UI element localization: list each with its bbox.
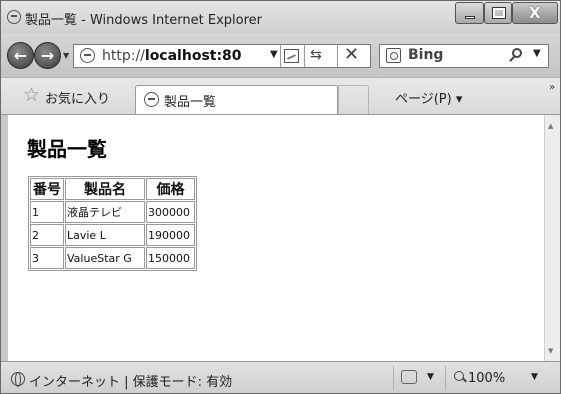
tab-product-list[interactable]: 製品一覧: [135, 85, 338, 114]
bing-logo-icon: [386, 48, 401, 63]
close-button[interactable]: X: [512, 2, 558, 24]
cell-name: ValueStar G: [65, 247, 145, 269]
address-toolbar: ← → ▼ http://localhost:80 ▼ ⇆ ✕ Bing ▼: [1, 33, 560, 77]
favorites-bar: ☆ お気に入り 製品一覧 ページ(P) ▾ »: [1, 77, 560, 115]
forward-arrow-icon: →: [40, 46, 55, 65]
divider: [337, 45, 338, 67]
cell-number: 2: [30, 224, 64, 246]
compatibility-view-icon[interactable]: [284, 49, 299, 63]
search-options-dropdown-icon[interactable]: ▼: [533, 48, 541, 59]
column-header-price: 価格: [146, 178, 195, 200]
ie-logo-icon: [7, 10, 21, 24]
favorites-button[interactable]: お気に入り: [45, 88, 110, 107]
page-title: 製品一覧: [27, 137, 107, 161]
divider: [304, 45, 305, 67]
product-table: 番号 製品名 価格 1 液晶テレビ 300000 2 Lavie L 19000…: [28, 176, 197, 271]
url-text[interactable]: http://localhost:80: [102, 48, 242, 64]
url-prefix: http://: [102, 48, 145, 64]
status-bar: インターネット | 保護モード: 有効 ▼ 100% ▼: [1, 361, 560, 393]
table-row: 3 ValueStar G 150000: [30, 247, 195, 269]
page-content: 製品一覧 番号 製品名 価格 1 液晶テレビ 300000 2 Lavie L: [8, 115, 544, 361]
maximize-icon: [492, 7, 506, 19]
title-bar: 製品一覧 - Windows Internet Explorer X: [1, 1, 560, 33]
security-zone-status: インターネット | 保護モード: 有効: [29, 375, 233, 390]
cell-price: 150000: [146, 247, 195, 269]
protected-mode-icon[interactable]: [401, 370, 417, 384]
search-box[interactable]: Bing ▼: [379, 44, 549, 68]
minimize-button[interactable]: [455, 2, 484, 24]
window-title: 製品一覧 - Windows Internet Explorer: [25, 13, 262, 28]
divider: [393, 366, 394, 390]
minimize-icon: [465, 16, 475, 19]
recent-pages-dropdown-icon[interactable]: ▼: [63, 51, 69, 60]
zoom-level[interactable]: 100%: [468, 371, 505, 386]
address-dropdown-icon[interactable]: ▼: [270, 49, 278, 60]
back-arrow-icon: ←: [13, 46, 28, 65]
cell-price: 190000: [146, 224, 195, 246]
cell-name: Lavie L: [65, 224, 145, 246]
tab-favicon-icon: [144, 92, 159, 107]
zoom-icon[interactable]: [454, 371, 464, 381]
page-menu-button[interactable]: ページ(P) ▾: [395, 88, 462, 107]
scroll-down-arrow-icon[interactable]: ▼: [548, 347, 553, 355]
internet-globe-icon: [11, 372, 25, 387]
vertical-scrollbar[interactable]: ▲ ▼: [544, 115, 560, 361]
page-menu-label: ページ(P): [395, 92, 452, 107]
table-row: 1 液晶テレビ 300000: [30, 201, 195, 223]
table-row: 2 Lavie L 190000: [30, 224, 195, 246]
maximize-button[interactable]: [484, 2, 512, 24]
favorites-star-icon[interactable]: ☆: [23, 84, 40, 106]
url-host: localhost:80: [144, 48, 242, 64]
cell-price: 300000: [146, 201, 195, 223]
new-tab-button[interactable]: [338, 85, 369, 114]
table-header-row: 番号 製品名 価格: [30, 178, 195, 200]
divider: [445, 366, 446, 390]
column-header-number: 番号: [30, 178, 64, 200]
scroll-up-arrow-icon[interactable]: ▲: [548, 122, 553, 130]
zoom-dropdown-icon[interactable]: ▼: [531, 372, 538, 382]
browser-window: 製品一覧 - Windows Internet Explorer X ← → ▼…: [0, 0, 561, 394]
address-bar[interactable]: http://localhost:80 ▼ ⇆ ✕: [73, 44, 371, 68]
refresh-icon[interactable]: ⇆: [310, 47, 322, 63]
cell-number: 1: [30, 201, 64, 223]
search-provider-label: Bing: [408, 47, 444, 63]
cell-number: 3: [30, 247, 64, 269]
search-icon[interactable]: [512, 48, 522, 58]
page-favicon-icon: [80, 48, 95, 63]
stop-icon[interactable]: ✕: [344, 44, 359, 65]
back-button[interactable]: ←: [7, 42, 34, 69]
divider: [280, 45, 281, 67]
column-header-name: 製品名: [65, 178, 145, 200]
forward-button[interactable]: →: [34, 42, 61, 69]
close-icon: X: [529, 4, 541, 22]
cell-name: 液晶テレビ: [65, 201, 145, 223]
more-commands-chevron-icon[interactable]: »: [549, 82, 555, 93]
zone-dropdown-icon[interactable]: ▼: [427, 372, 434, 382]
tab-label: 製品一覧: [164, 95, 217, 110]
